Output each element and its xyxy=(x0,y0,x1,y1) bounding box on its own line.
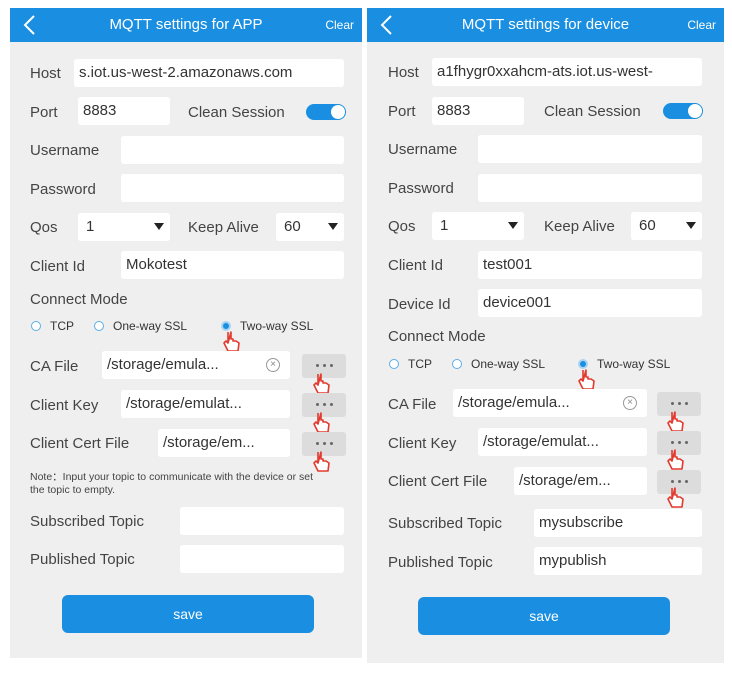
port-input[interactable]: 8883 xyxy=(432,97,524,125)
port-input[interactable]: 8883 xyxy=(78,97,170,125)
username-input[interactable] xyxy=(121,136,344,164)
page-title: MQTT settings for device xyxy=(461,16,630,33)
subscribed-topic-label: Subscribed Topic xyxy=(388,515,502,532)
radio-tcp[interactable] xyxy=(389,359,399,369)
password-input[interactable] xyxy=(478,174,702,202)
keep-alive-value: 60 xyxy=(639,217,656,234)
client-id-label: Client Id xyxy=(388,257,444,274)
device-id-label: Device Id xyxy=(388,296,451,313)
username-label: Username xyxy=(30,142,100,159)
keep-alive-label: Keep Alive xyxy=(544,218,615,235)
password-label: Password xyxy=(30,181,96,198)
qos-label: Qos xyxy=(388,218,416,235)
toggle-knob xyxy=(688,104,702,118)
published-topic-input[interactable]: mypublish xyxy=(534,547,702,575)
client-cert-input[interactable]: /storage/em... xyxy=(158,429,290,457)
qos-select[interactable]: 1 xyxy=(78,213,170,241)
toggle-knob xyxy=(331,105,345,119)
qos-label: Qos xyxy=(30,219,58,236)
host-label: Host xyxy=(388,64,419,81)
dropdown-caret-icon xyxy=(508,222,518,229)
topic-note: Note：Input your topic to communicate wit… xyxy=(30,471,314,496)
keep-alive-value: 60 xyxy=(284,218,301,235)
keep-alive-select[interactable]: 60 xyxy=(276,213,344,241)
username-input[interactable] xyxy=(478,135,702,163)
subscribed-topic-label: Subscribed Topic xyxy=(30,513,144,530)
keep-alive-select[interactable]: 60 xyxy=(631,212,702,240)
client-key-input[interactable]: /storage/emulat... xyxy=(121,390,290,418)
username-label: Username xyxy=(388,141,458,158)
pointer-hand-icon xyxy=(667,449,684,470)
client-cert-label: Client Cert File xyxy=(388,473,488,490)
client-cert-input[interactable]: /storage/em... xyxy=(514,467,647,495)
radio-tcp-label: TCP xyxy=(408,357,432,371)
published-topic-label: Published Topic xyxy=(30,551,135,568)
keep-alive-label: Keep Alive xyxy=(188,219,259,236)
port-label: Port xyxy=(30,104,58,121)
clean-session-label: Clean Session xyxy=(544,103,641,120)
ca-file-input[interactable]: /storage/emula... xyxy=(102,351,290,379)
host-input[interactable]: s.iot.us-west-2.amazonaws.com xyxy=(74,59,344,87)
device-id-input[interactable]: device001 xyxy=(478,289,702,317)
client-key-input[interactable]: /storage/emulat... xyxy=(478,428,647,456)
pointer-hand-icon xyxy=(667,487,684,508)
password-input[interactable] xyxy=(121,174,344,202)
clean-session-toggle[interactable] xyxy=(306,104,346,120)
connect-mode-label: Connect Mode xyxy=(30,291,128,308)
save-button[interactable]: save xyxy=(418,597,670,635)
client-key-label: Client Key xyxy=(388,435,457,452)
radio-two-way-ssl-label: Two-way SSL xyxy=(240,319,314,333)
client-id-label: Client Id xyxy=(30,258,86,275)
page-title: MQTT settings for APP xyxy=(109,16,263,33)
port-label: Port xyxy=(388,103,416,120)
password-label: Password xyxy=(388,180,454,197)
host-label: Host xyxy=(30,65,61,82)
client-key-label: Client Key xyxy=(30,397,99,414)
subscribed-topic-input[interactable]: mysubscribe xyxy=(534,509,702,537)
radio-one-way-ssl-label: One-way SSL xyxy=(113,319,188,333)
radio-tcp-label: TCP xyxy=(50,319,74,333)
clean-session-label: Clean Session xyxy=(188,104,285,121)
clear-circle-icon[interactable]: × xyxy=(266,358,280,372)
ca-file-label: CA File xyxy=(388,396,437,413)
device-header-bar: MQTT settings for device Clear xyxy=(367,8,724,42)
ca-file-label: CA File xyxy=(30,358,79,375)
connect-mode-label: Connect Mode xyxy=(388,328,486,345)
app-settings-panel: MQTT settings for APP Clear Host s.iot.u… xyxy=(10,8,362,658)
clear-button[interactable]: Clear xyxy=(687,18,716,32)
qos-value: 1 xyxy=(86,218,95,235)
qos-select[interactable]: 1 xyxy=(432,212,524,240)
published-topic-label: Published Topic xyxy=(388,554,493,571)
client-id-input[interactable]: Mokotest xyxy=(121,251,344,279)
qos-value: 1 xyxy=(440,217,449,234)
radio-one-way-ssl[interactable] xyxy=(94,321,104,331)
host-input[interactable]: a1fhygr0xxahcm-ats.iot.us-west- xyxy=(432,58,702,86)
dropdown-caret-icon xyxy=(328,223,338,230)
ca-file-input[interactable]: /storage/emula... xyxy=(453,389,647,417)
radio-tcp[interactable] xyxy=(31,321,41,331)
save-button[interactable]: save xyxy=(62,595,314,633)
client-id-input[interactable]: test001 xyxy=(478,251,702,279)
device-settings-panel: MQTT settings for device Clear Host a1fh… xyxy=(367,8,724,663)
published-topic-input[interactable] xyxy=(180,545,344,573)
subscribed-topic-input[interactable] xyxy=(180,507,344,535)
clean-session-toggle[interactable] xyxy=(663,103,703,119)
dropdown-caret-icon xyxy=(686,222,696,229)
radio-one-way-ssl[interactable] xyxy=(452,359,462,369)
dropdown-caret-icon xyxy=(154,223,164,230)
clear-button[interactable]: Clear xyxy=(325,18,354,32)
radio-two-way-ssl-label: Two-way SSL xyxy=(597,357,671,371)
app-header-bar: MQTT settings for APP Clear xyxy=(10,8,362,42)
clear-circle-icon[interactable]: × xyxy=(623,396,637,410)
client-cert-label: Client Cert File xyxy=(30,435,130,452)
radio-one-way-ssl-label: One-way SSL xyxy=(471,357,546,371)
